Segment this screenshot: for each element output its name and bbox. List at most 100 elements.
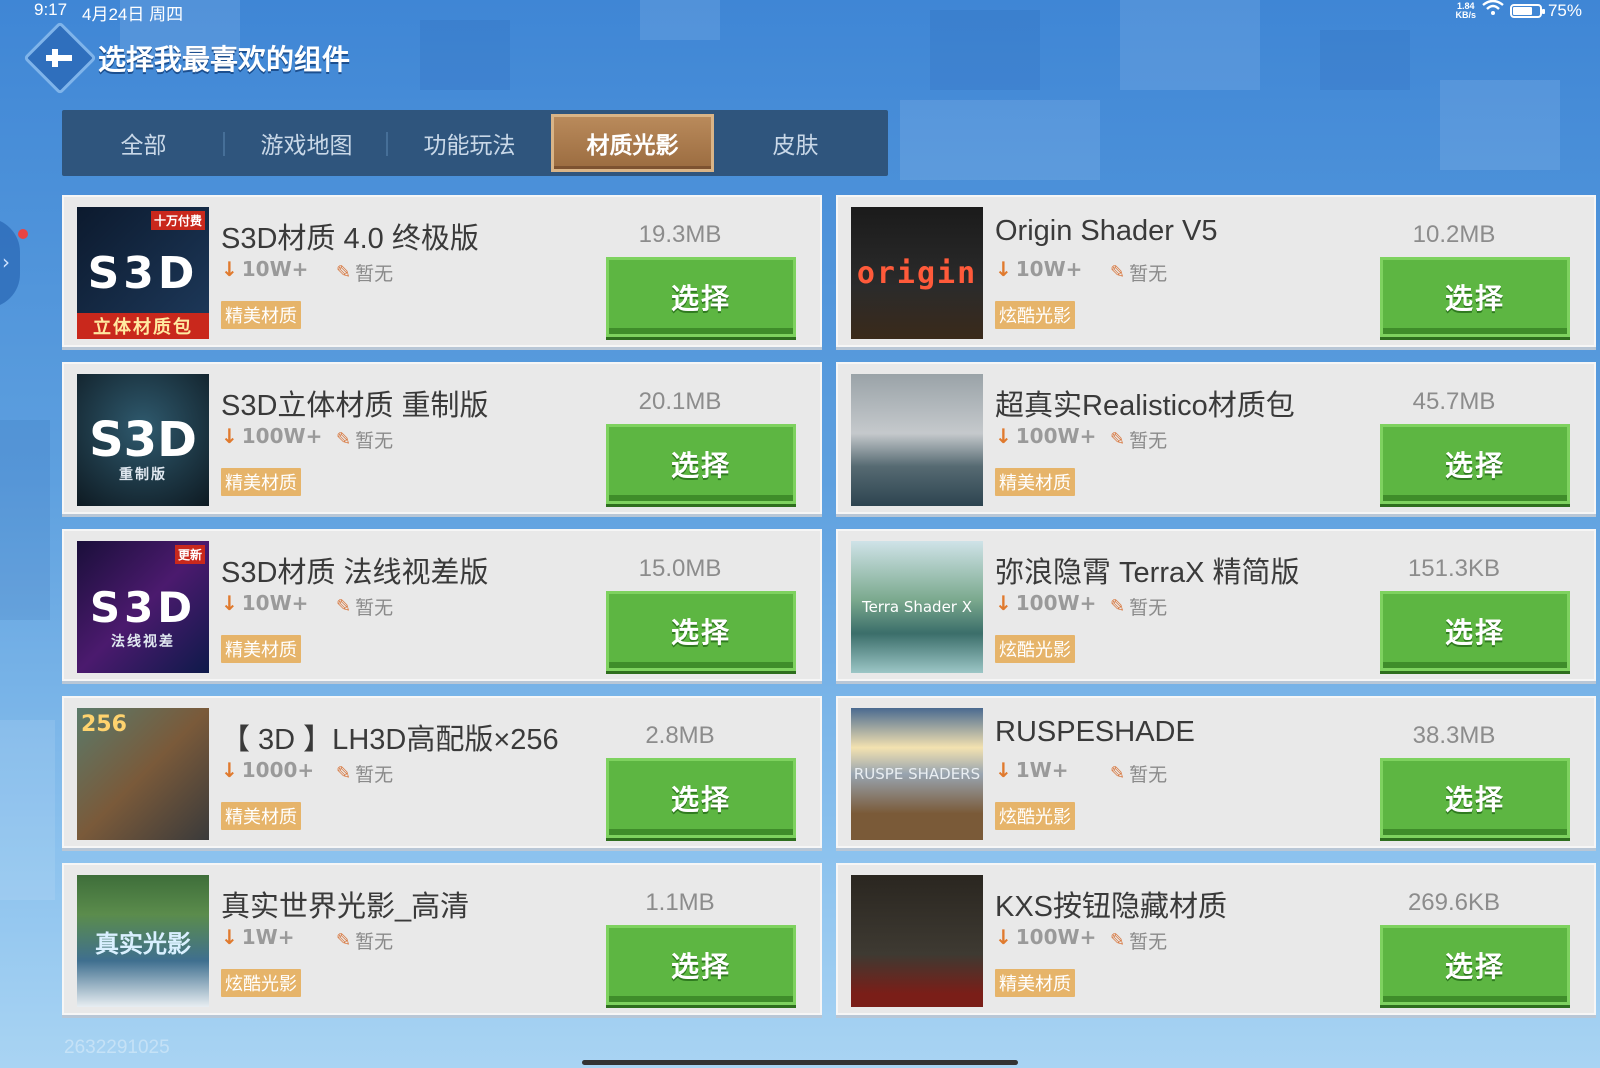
file-size: 19.3MB [638, 221, 722, 248]
category-tag: 精美材质 [221, 635, 301, 663]
bg-pattern [0, 720, 55, 900]
download-count-value: 100W+ [1015, 925, 1097, 949]
component-thumbnail: S3D 十万付费 立体材质包 [77, 207, 209, 339]
thumbnail-subtitle: 重制版 [119, 467, 167, 483]
battery-fill [1512, 6, 1533, 15]
component-name: S3D材质 4.0 终极版 [221, 223, 479, 255]
select-button[interactable]: 选择 [1380, 257, 1570, 337]
home-indicator[interactable] [582, 1060, 1018, 1065]
watermark: 2632291025 [64, 1037, 170, 1058]
select-button[interactable]: 选择 [606, 591, 796, 671]
rating-value: 暂无 [1129, 931, 1168, 953]
category-tag: 精美材质 [221, 301, 301, 329]
category-tag: 精美材质 [221, 468, 301, 496]
component-card[interactable]: RUSPE SHADERS RUSPESHADE ↓ 1W+ ✎ 暂无 炫酷光影 38.3MB… [836, 696, 1596, 848]
rating: ✎ 暂无 [1110, 593, 1167, 620]
component-card[interactable]: 256 【 3D 】LH3D高配版×256 ↓ 1000+ ✎ 暂无 精美材质 2.8MB 选择 [62, 696, 822, 848]
page-title: 选择我最喜欢的组件 [98, 43, 351, 76]
chevron-right-icon[interactable]: › [2, 250, 10, 274]
component-thumbnail: 真实光影 [77, 875, 209, 1007]
battery-percent: 75% [1547, 0, 1582, 20]
thumbnail-subtitle: 法线视差 [111, 634, 175, 650]
download-icon: ↓ [995, 925, 1012, 949]
tab-1[interactable]: 游戏地图 [225, 114, 388, 172]
category-tag: 炫酷光影 [995, 635, 1075, 663]
tab-3[interactable]: 材质光影 [551, 114, 714, 172]
download-count: ↓ 100W+ [995, 424, 1096, 448]
component-card[interactable]: 超真实Realistico材质包 ↓ 100W+ ✎ 暂无 精美材质 45.7MB 选择 [836, 362, 1596, 514]
component-card[interactable]: S3D 重制版 S3D立体材质 重制版 ↓ 100W+ ✎ 暂无 精美材质 20.1MB 选择 [62, 362, 822, 514]
select-button[interactable]: 选择 [606, 257, 796, 337]
component-name: RUSPESHADE [995, 716, 1195, 748]
thumbnail-text: origin [856, 255, 978, 291]
download-count-value: 100W+ [241, 424, 323, 448]
rating-value: 暂无 [1129, 263, 1168, 285]
download-count-value: 100W+ [1015, 591, 1097, 615]
tag-icon: ✎ [336, 930, 352, 951]
notification-dot [18, 229, 28, 239]
select-button[interactable]: 选择 [606, 925, 796, 1005]
category-tag: 精美材质 [995, 969, 1075, 997]
status-time: 9:17 [34, 0, 68, 19]
rating-value: 暂无 [355, 263, 394, 285]
download-count-value: 10W+ [241, 591, 309, 615]
download-count-value: 10W+ [1015, 257, 1083, 281]
component-card[interactable]: 真实光影 真实世界光影_高清 ↓ 1W+ ✎ 暂无 炫酷光影 1.1MB 选择 [62, 863, 822, 1015]
component-card[interactable]: S3D 更新 法线视差 S3D材质 法线视差版 ↓ 10W+ ✎ 暂无 精美材质 15.0MB 选择 [62, 529, 822, 681]
file-size: 1.1MB [645, 889, 715, 916]
rating-value: 暂无 [355, 597, 394, 619]
tag-icon: ✎ [1110, 262, 1126, 283]
tag-icon: ✎ [336, 596, 352, 617]
select-button[interactable]: 选择 [1380, 758, 1570, 838]
component-thumbnail [851, 374, 983, 506]
net-speed-unit: KB/s [1455, 9, 1476, 20]
tab-0[interactable]: 全部 [62, 114, 225, 172]
select-button[interactable]: 选择 [606, 758, 796, 838]
component-name: 【 3D 】LH3D高配版×256 [221, 724, 559, 756]
rating: ✎ 暂无 [1110, 760, 1167, 787]
select-button[interactable]: 选择 [606, 424, 796, 504]
bg-pattern [420, 20, 510, 90]
component-name: 弥浪隐霄 TerraX 精简版 [995, 557, 1300, 589]
download-icon: ↓ [995, 758, 1012, 782]
component-thumbnail: S3D 更新 法线视差 [77, 541, 209, 673]
component-thumbnail: S3D 重制版 [77, 374, 209, 506]
wifi-icon [1482, 0, 1504, 21]
tag-icon: ✎ [1110, 930, 1126, 951]
download-count: ↓ 1W+ [221, 925, 295, 949]
component-card[interactable]: S3D 十万付费 立体材质包 S3D材质 4.0 终极版 ↓ 10W+ ✎ 暂无 精美材质 19.… [62, 195, 822, 347]
component-name: 超真实Realistico材质包 [995, 390, 1295, 422]
component-name: KXS按钮隐藏材质 [995, 891, 1228, 923]
thumbnail-badge: 更新 [174, 545, 205, 564]
select-button[interactable]: 选择 [1380, 925, 1570, 1005]
select-button[interactable]: 选择 [1380, 424, 1570, 504]
component-card[interactable]: KXS按钮隐藏材质 ↓ 100W+ ✎ 暂无 精美材质 269.6KB 选择 [836, 863, 1596, 1015]
thumbnail-subtitle: 立体材质包 [77, 313, 209, 339]
select-button[interactable]: 选择 [1380, 591, 1570, 671]
component-grid: S3D 十万付费 立体材质包 S3D材质 4.0 终极版 ↓ 10W+ ✎ 暂无 精美材质 19.… [62, 195, 1598, 1015]
file-size: 151.3KB [1407, 555, 1501, 582]
tab-4[interactable]: 皮肤 [714, 114, 877, 172]
tab-2[interactable]: 功能玩法 [388, 114, 551, 172]
tab-label: 全部 [120, 133, 167, 159]
download-count: ↓ 10W+ [995, 257, 1082, 281]
download-count: ↓ 100W+ [995, 925, 1096, 949]
component-thumbnail [851, 875, 983, 1007]
thumbnail-text: 256 [81, 712, 127, 737]
download-count: ↓ 10W+ [221, 257, 308, 281]
tag-icon: ✎ [1110, 596, 1126, 617]
back-arrow-icon[interactable] [40, 38, 80, 78]
category-tag: 炫酷光影 [221, 969, 301, 997]
download-icon: ↓ [221, 424, 238, 448]
rating-value: 暂无 [1129, 430, 1168, 452]
file-size: 15.0MB [638, 555, 722, 582]
category-tag: 精美材质 [995, 468, 1075, 496]
component-card[interactable]: Terra Shader X 弥浪隐霄 TerraX 精简版 ↓ 100W+ ✎ 暂无 炫酷… [836, 529, 1596, 681]
net-speed: 1.84 KB/s [1455, 1, 1476, 20]
download-icon: ↓ [995, 424, 1012, 448]
component-card[interactable]: origin Origin Shader V5 ↓ 10W+ ✎ 暂无 炫酷光影 10.2MB… [836, 195, 1596, 347]
rating: ✎ 暂无 [336, 927, 393, 954]
download-count-value: 10W+ [241, 257, 309, 281]
tab-label: 材质光影 [586, 133, 679, 159]
rating-value: 暂无 [1129, 764, 1168, 786]
